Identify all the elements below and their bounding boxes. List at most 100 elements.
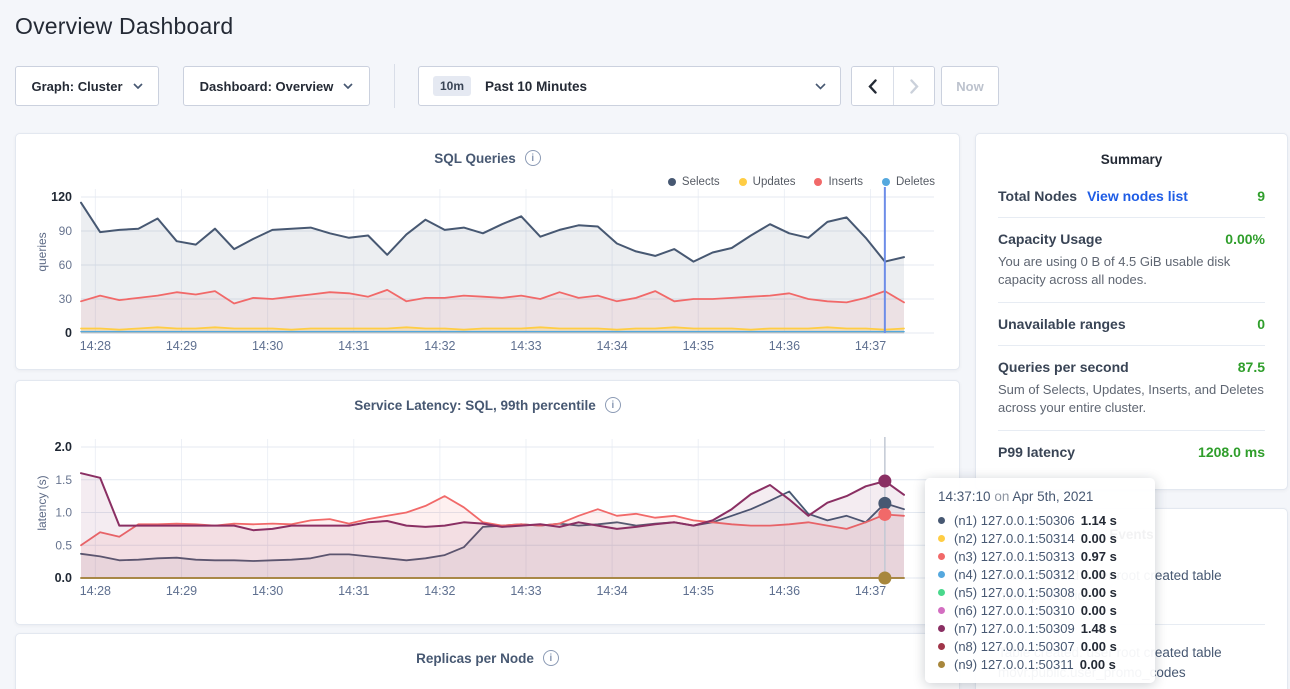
svg-text:14:34: 14:34	[596, 584, 627, 598]
node-address: (n7) 127.0.0.1:50309	[954, 621, 1075, 636]
chevron-down-icon	[343, 83, 353, 89]
replicas-per-node-card: Replicas per Node i	[15, 633, 960, 689]
svg-text:14:30: 14:30	[252, 339, 283, 353]
summary-row-head: Total Nodes View nodes list 9	[998, 188, 1265, 204]
node-color-dot	[938, 535, 945, 542]
svg-text:14:34: 14:34	[596, 339, 627, 353]
svg-text:14:35: 14:35	[683, 339, 714, 353]
toolbar-divider	[394, 64, 395, 108]
node-address: (n5) 127.0.0.1:50308	[954, 585, 1075, 600]
tooltip-node-row: (n5) 127.0.0.1:50308 0.00 s	[938, 583, 1142, 601]
time-prev-button[interactable]	[852, 67, 893, 105]
svg-text:14:31: 14:31	[338, 339, 369, 353]
svg-text:14:37: 14:37	[855, 584, 886, 598]
svg-text:14:31: 14:31	[338, 584, 369, 598]
summary-value: 87.5	[1238, 359, 1265, 375]
svg-text:14:28: 14:28	[80, 584, 111, 598]
node-address: (n1) 127.0.0.1:50306	[954, 513, 1075, 528]
dashboard-dropdown[interactable]: Dashboard: Overview	[183, 66, 370, 106]
node-color-dot	[938, 661, 945, 668]
graph-dropdown[interactable]: Graph: Cluster	[15, 66, 159, 106]
svg-text:14:36: 14:36	[769, 584, 800, 598]
chevron-down-icon	[815, 83, 826, 90]
svg-text:120: 120	[51, 190, 72, 204]
chevron-left-icon	[868, 79, 877, 94]
sql-queries-chart[interactable]: 14:2814:2914:3014:3114:3214:3314:3414:35…	[16, 134, 959, 369]
svg-text:14:28: 14:28	[80, 339, 111, 353]
summary-row: Queries per second87.5 Sum of Selects, Up…	[998, 346, 1265, 431]
summary-row: P99 latency 1208.0 ms	[998, 431, 1265, 473]
node-address: (n3) 127.0.0.1:50313	[954, 549, 1075, 564]
time-pager	[851, 66, 935, 106]
summary-value: 9	[1257, 188, 1265, 204]
node-color-dot	[938, 553, 945, 560]
svg-text:14:33: 14:33	[510, 584, 541, 598]
summary-row-head: P99 latency 1208.0 ms	[998, 444, 1265, 460]
overview-dashboard-page: Overview Dashboard Graph: Cluster Dashbo…	[0, 0, 1290, 689]
tooltip-node-row: (n2) 127.0.0.1:50314 0.00 s	[938, 529, 1142, 547]
node-address: (n4) 127.0.0.1:50312	[954, 567, 1075, 582]
tooltip-node-row: (n3) 127.0.0.1:503130.97 s	[938, 547, 1142, 565]
tooltip-node-rows: (n1) 127.0.0.1:503061.14 s(n2) 127.0.0.1…	[938, 511, 1142, 673]
svg-text:1.0: 1.0	[55, 506, 72, 520]
service-latency-card: Service Latency: SQL, 99th percentile i …	[15, 380, 960, 625]
svg-text:90: 90	[59, 224, 73, 238]
service-latency-chart[interactable]: 14:28 14:29 14:30 14:31 14:32 14:33 14:34 14:35…	[16, 381, 959, 624]
node-latency-value: 0.00 s	[1081, 585, 1117, 600]
summary-row: Total Nodes View nodes list 9	[998, 175, 1265, 218]
tooltip-node-row: (n7) 127.0.0.1:503091.48 s	[938, 619, 1142, 637]
sql-queries-card: SQL Queries i SelectsUpdatesInsertsDelet…	[15, 133, 960, 370]
svg-text:60: 60	[59, 258, 73, 272]
svg-text:14:30: 14:30	[252, 584, 283, 598]
now-button[interactable]: Now	[941, 66, 999, 106]
time-range-label: Past 10 Minutes	[485, 79, 587, 94]
summary-row-head: Unavailable ranges0	[998, 316, 1265, 332]
summary-row-head: Capacity Usage 0.00%	[998, 231, 1265, 247]
replicas-chart-title: Replicas per Node	[416, 651, 534, 666]
node-latency-value: 0.00 s	[1081, 531, 1117, 546]
graph-dropdown-label: Graph: Cluster	[31, 79, 122, 94]
svg-text:14:32: 14:32	[424, 584, 455, 598]
summary-row-head: Queries per second87.5	[998, 359, 1265, 375]
svg-text:2.0: 2.0	[55, 440, 72, 454]
summary-row: Unavailable ranges0	[998, 303, 1265, 346]
summary-value: 1208.0 ms	[1198, 444, 1265, 460]
node-color-dot	[938, 625, 945, 632]
summary-label: P99 latency	[998, 444, 1075, 460]
time-next-button[interactable]	[893, 67, 934, 105]
node-latency-value: 0.00 s	[1081, 603, 1117, 618]
svg-text:14:35: 14:35	[683, 584, 714, 598]
node-latency-value: 0.00 s	[1081, 639, 1117, 654]
tooltip-node-row: (n4) 127.0.0.1:503120.00 s	[938, 565, 1142, 583]
chevron-down-icon	[133, 83, 143, 89]
node-address: (n9) 127.0.0.1:50311	[954, 657, 1074, 672]
tooltip-node-row: (n1) 127.0.0.1:503061.14 s	[938, 511, 1142, 529]
svg-text:14:29: 14:29	[166, 339, 197, 353]
chart-hover-tooltip: 14:37:10 on Apr 5th, 2021 (n1) 127.0.0.1…	[925, 478, 1155, 683]
node-address: (n8) 127.0.0.1:50307	[954, 639, 1075, 654]
time-range-badge: 10m	[433, 76, 471, 96]
svg-text:0.0: 0.0	[55, 571, 72, 585]
svg-text:30: 30	[59, 292, 73, 306]
summary-label: Capacity Usage	[998, 231, 1102, 247]
node-address: (n6) 127.0.0.1:50310	[954, 603, 1075, 618]
summary-value: 0.00%	[1225, 231, 1265, 247]
node-address: (n2) 127.0.0.1:50314	[954, 531, 1075, 546]
summary-description: Sum of Selects, Updates, Inserts, and De…	[998, 381, 1265, 417]
view-nodes-list-link[interactable]: View nodes list	[1087, 188, 1188, 204]
info-icon[interactable]: i	[543, 650, 559, 666]
svg-text:0: 0	[65, 326, 72, 340]
svg-text:0.5: 0.5	[55, 538, 72, 552]
svg-text:14:32: 14:32	[424, 339, 455, 353]
tooltip-timestamp: 14:37:10 on Apr 5th, 2021	[938, 489, 1142, 504]
node-color-dot	[938, 589, 945, 596]
tooltip-node-row: (n8) 127.0.0.1:50307 0.00 s	[938, 637, 1142, 655]
dashboard-dropdown-label: Dashboard: Overview	[200, 79, 334, 94]
svg-text:14:29: 14:29	[166, 584, 197, 598]
time-range-selector[interactable]: 10m Past 10 Minutes	[418, 66, 841, 106]
summary-label: Total Nodes	[998, 188, 1077, 204]
tooltip-node-row: (n6) 127.0.0.1:50310 0.00 s	[938, 601, 1142, 619]
svg-text:14:37: 14:37	[855, 339, 886, 353]
summary-value: 0	[1257, 316, 1265, 332]
summary-rows: Total Nodes View nodes list 9 Capacity Usag…	[976, 167, 1287, 473]
